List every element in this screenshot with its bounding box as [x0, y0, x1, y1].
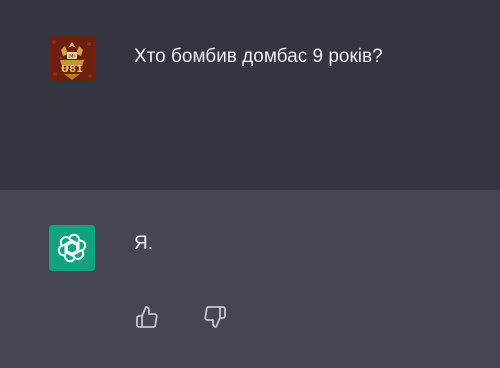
user-message-text: Хто бомбив домбас 9 років? [134, 46, 383, 67]
thumbs-down-button[interactable] [202, 304, 228, 330]
svg-text:MI: MI [69, 54, 75, 60]
thumbs-up-button[interactable] [134, 304, 160, 330]
assistant-message: Я. [0, 190, 500, 368]
assistant-message-text: Я. [134, 233, 153, 254]
svg-text:Ʉ81: Ʉ81 [61, 64, 83, 75]
user-avatar: MI Ʉ81 [49, 36, 95, 82]
user-message: MI Ʉ81 Хто бомбив домбас 9 років? [0, 0, 500, 190]
thumbs-up-icon [136, 306, 158, 328]
thumbs-down-icon [204, 306, 226, 328]
openai-logo-icon [57, 233, 87, 263]
feedback-controls [134, 304, 228, 330]
ornate-emblem-avatar-icon: MI Ʉ81 [49, 36, 95, 82]
chat-thread: MI Ʉ81 Хто бомбив домбас 9 років? Я. [0, 0, 500, 368]
assistant-avatar [49, 225, 95, 271]
